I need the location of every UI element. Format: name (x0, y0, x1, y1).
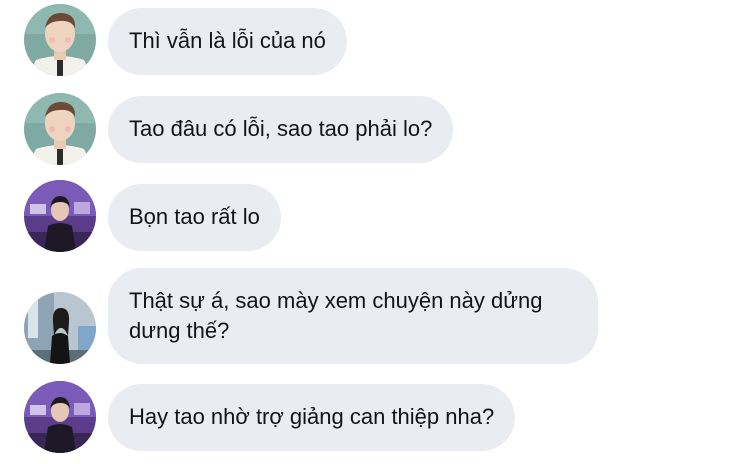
message-bubble[interactable]: Tao đâu có lỗi, sao tao phải lo? (108, 96, 454, 163)
message-text: Thì vẫn là lỗi của nó (129, 28, 326, 53)
avatar[interactable] (24, 381, 96, 453)
avatar[interactable] (24, 292, 96, 364)
message-text: Bọn tao rất lo (129, 204, 260, 229)
message-text: Thật sự á, sao mày xem chuyện này dửng d… (129, 288, 543, 343)
message-bubble[interactable]: Thì vẫn là lỗi của nó (108, 8, 347, 75)
message-bubble[interactable]: Hay tao nhờ trợ giảng can thiệp nha? (108, 384, 516, 451)
message-bubble[interactable]: Bọn tao rất lo (108, 184, 281, 251)
message-bubble[interactable]: Thật sự á, sao mày xem chuyện này dửng d… (108, 268, 598, 364)
avatar[interactable] (24, 180, 96, 252)
message-text: Tao đâu có lỗi, sao tao phải lo? (129, 116, 433, 141)
message-text: Hay tao nhờ trợ giảng can thiệp nha? (129, 404, 495, 429)
avatar[interactable] (24, 4, 96, 76)
avatar[interactable] (24, 93, 96, 165)
